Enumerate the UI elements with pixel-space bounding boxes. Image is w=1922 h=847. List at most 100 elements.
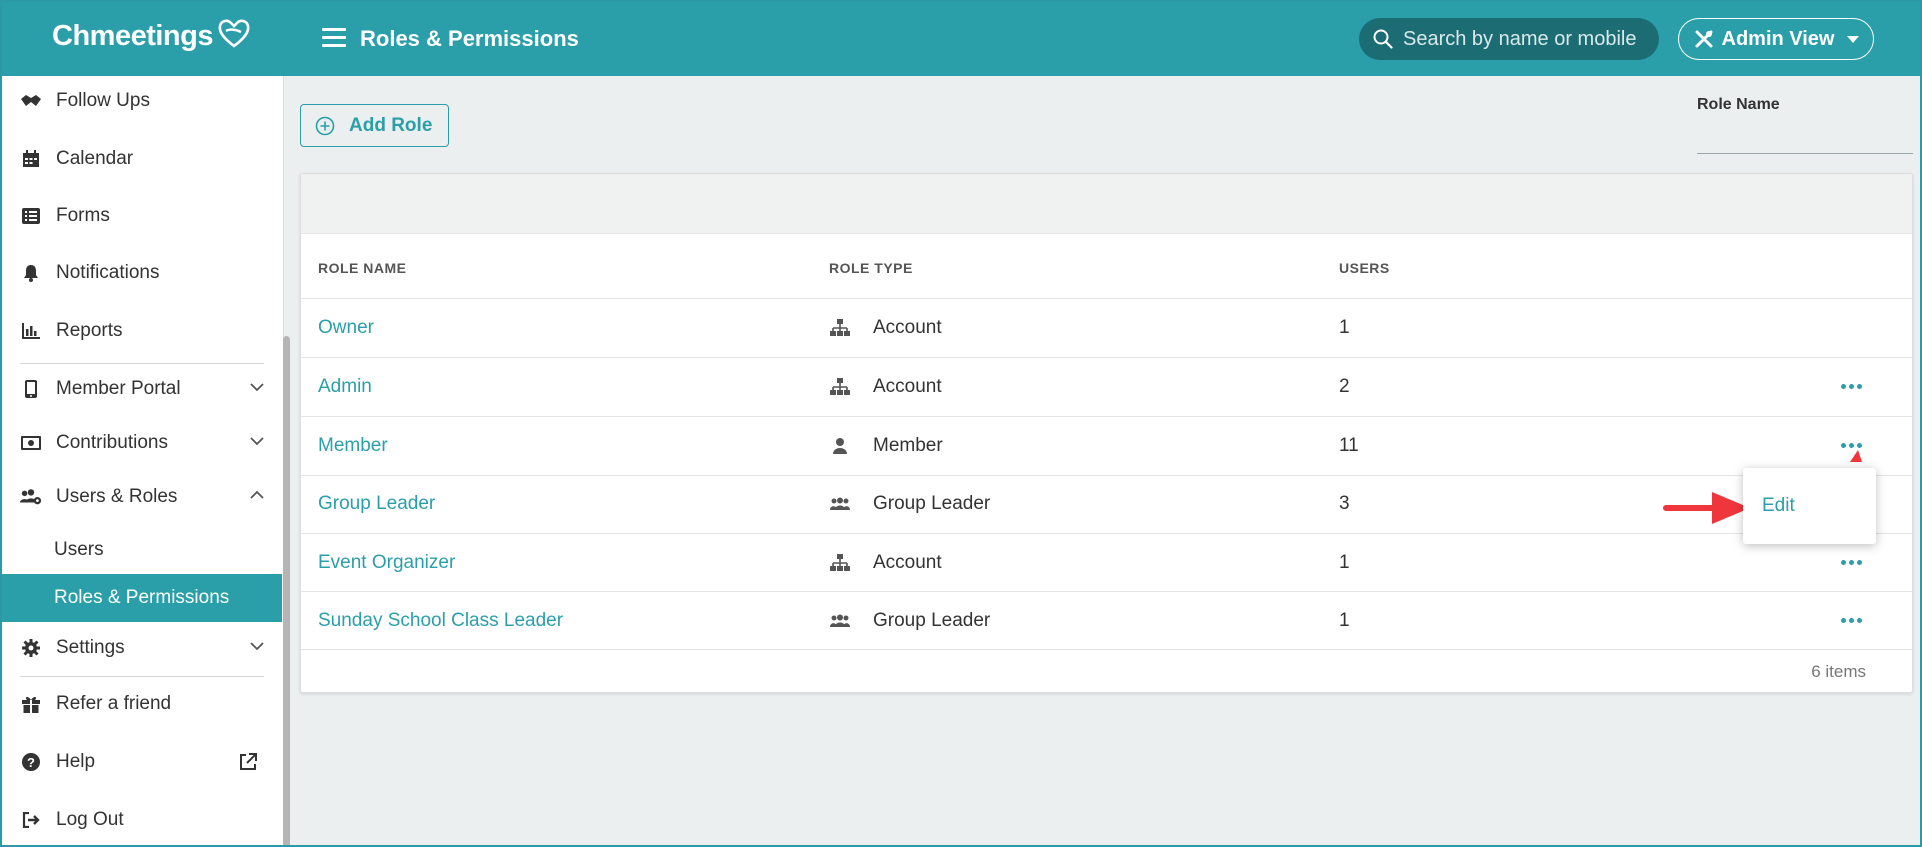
heart-chat-logo-icon xyxy=(218,19,250,48)
sidebar-item-notifications[interactable]: Notifications xyxy=(2,250,282,296)
sitemap-icon xyxy=(829,553,851,573)
role-name-link[interactable]: Member xyxy=(318,435,388,457)
admin-view-label: Admin View xyxy=(1721,27,1835,50)
users-count: 11 xyxy=(1339,435,1359,456)
sidebar-item-label: Contributions xyxy=(56,432,168,453)
table-row: Owner Account 1 xyxy=(301,299,1912,357)
item-count: 6 items xyxy=(1811,662,1866,681)
sidebar-item-label: Refer a friend xyxy=(56,693,172,714)
column-header-role-type[interactable]: ROLE TYPE xyxy=(829,260,913,276)
admin-view-dropdown[interactable]: Admin View xyxy=(1678,18,1874,60)
table-row: Sunday School Class Leader Group Leader … xyxy=(301,592,1912,650)
role-type-cell: Member xyxy=(829,435,943,457)
sidebar-item-label: Calendar xyxy=(56,148,134,169)
sidebar-scrollbar[interactable] xyxy=(283,336,290,845)
table-divider xyxy=(301,649,1912,650)
column-header-role-name[interactable]: ROLE NAME xyxy=(318,260,407,276)
app-window: Chmeetings Roles & Permissions Admin Vie… xyxy=(0,0,1922,847)
menu-toggle-icon[interactable] xyxy=(322,28,346,48)
role-type-cell: Account xyxy=(829,552,942,574)
column-header-users[interactable]: USERS xyxy=(1339,260,1390,276)
sidebar-item-help[interactable]: ? Help xyxy=(2,739,282,785)
roles-table-card: ROLE NAME ROLE TYPE USERS Owner Account … xyxy=(300,173,1913,693)
table-row: Event Organizer Account 1 xyxy=(301,534,1912,592)
users-count: 1 xyxy=(1339,610,1350,631)
list-icon xyxy=(20,205,42,227)
sidebar-item-roles-permissions[interactable]: Roles & Permissions xyxy=(2,574,282,622)
search-input[interactable] xyxy=(1403,27,1643,51)
search-icon xyxy=(1373,29,1393,49)
sidebar-item-settings[interactable]: Settings xyxy=(2,625,282,671)
logout-icon xyxy=(20,809,42,831)
row-actions-icon[interactable] xyxy=(1841,380,1865,392)
gear-icon xyxy=(20,637,42,659)
table-toolbar xyxy=(301,174,1912,234)
money-icon xyxy=(20,432,42,454)
sidebar-item-label: Member Portal xyxy=(56,378,181,399)
gift-icon xyxy=(20,693,42,715)
users-count: 1 xyxy=(1339,317,1350,338)
brand-logo[interactable]: Chmeetings xyxy=(52,19,251,53)
sidebar-item-follow-ups[interactable]: Follow Ups xyxy=(2,78,282,124)
chevron-down-icon xyxy=(250,642,264,651)
sidebar-item-label: Notifications xyxy=(56,262,160,283)
sitemap-icon xyxy=(829,318,851,338)
sidebar: Follow Ups Calendar Forms Notifications … xyxy=(2,76,284,845)
chevron-up-icon xyxy=(250,490,264,499)
top-header: Chmeetings Roles & Permissions Admin Vie… xyxy=(2,2,1920,76)
sidebar-item-users[interactable]: Users xyxy=(2,527,282,573)
sidebar-divider xyxy=(20,676,264,677)
svg-text:?: ? xyxy=(27,755,35,770)
sidebar-item-label: Help xyxy=(56,751,96,772)
role-name-link[interactable]: Owner xyxy=(318,317,374,339)
page-title: Roles & Permissions xyxy=(360,26,579,51)
sidebar-item-refer-friend[interactable]: Refer a friend xyxy=(2,681,282,727)
sidebar-item-users-roles[interactable]: Users & Roles xyxy=(2,474,282,520)
role-type-cell: Account xyxy=(829,317,942,339)
chevron-down-icon xyxy=(250,383,264,392)
bell-icon xyxy=(20,262,42,284)
calendar-icon xyxy=(20,148,42,170)
users-cog-icon xyxy=(20,486,42,508)
sidebar-item-forms[interactable]: Forms xyxy=(2,193,282,239)
sidebar-item-label: Roles & Permissions xyxy=(54,587,230,608)
add-role-button[interactable]: Add Role xyxy=(300,104,449,147)
users-count: 3 xyxy=(1339,493,1350,514)
users-icon xyxy=(829,494,851,514)
row-actions-icon[interactable] xyxy=(1841,556,1865,568)
role-type-label: Group Leader xyxy=(873,493,991,514)
role-name-filter-input[interactable] xyxy=(1697,126,1913,154)
row-actions-icon[interactable] xyxy=(1841,614,1865,626)
role-name-link[interactable]: Group Leader xyxy=(318,493,435,515)
logo-text: Chmeetings xyxy=(52,20,213,52)
sidebar-item-member-portal[interactable]: Member Portal xyxy=(2,366,282,412)
sidebar-item-label: Follow Ups xyxy=(56,90,150,111)
chart-icon xyxy=(20,320,42,342)
question-icon: ? xyxy=(20,751,42,773)
role-name-link[interactable]: Admin xyxy=(318,376,372,398)
role-name-link[interactable]: Event Organizer xyxy=(318,552,455,574)
tools-icon xyxy=(1695,30,1712,48)
plus-circle-icon xyxy=(315,116,335,135)
sidebar-item-contributions[interactable]: Contributions xyxy=(2,420,282,466)
caret-down-icon xyxy=(1846,35,1859,43)
sidebar-divider xyxy=(20,363,264,364)
sidebar-item-calendar[interactable]: Calendar xyxy=(2,136,282,182)
users-count: 1 xyxy=(1339,552,1350,573)
sidebar-item-logout[interactable]: Log Out xyxy=(2,797,282,843)
handshake-icon xyxy=(20,90,42,112)
sidebar-item-label: Users & Roles xyxy=(56,486,178,507)
role-type-label: Member xyxy=(873,435,943,456)
edit-menu-item[interactable]: Edit xyxy=(1762,495,1795,517)
role-name-filter-label: Role Name xyxy=(1697,96,1780,113)
role-name-link[interactable]: Sunday School Class Leader xyxy=(318,610,563,632)
role-type-label: Account xyxy=(873,376,942,397)
search-box[interactable] xyxy=(1359,18,1659,60)
role-type-cell: Group Leader xyxy=(829,610,990,632)
row-actions-menu: Edit xyxy=(1743,468,1876,544)
role-type-label: Account xyxy=(873,317,942,338)
user-icon xyxy=(829,436,851,456)
table-row: Admin Account 2 xyxy=(301,358,1912,416)
sidebar-item-reports[interactable]: Reports xyxy=(2,308,282,354)
sidebar-item-label: Log Out xyxy=(56,809,124,830)
